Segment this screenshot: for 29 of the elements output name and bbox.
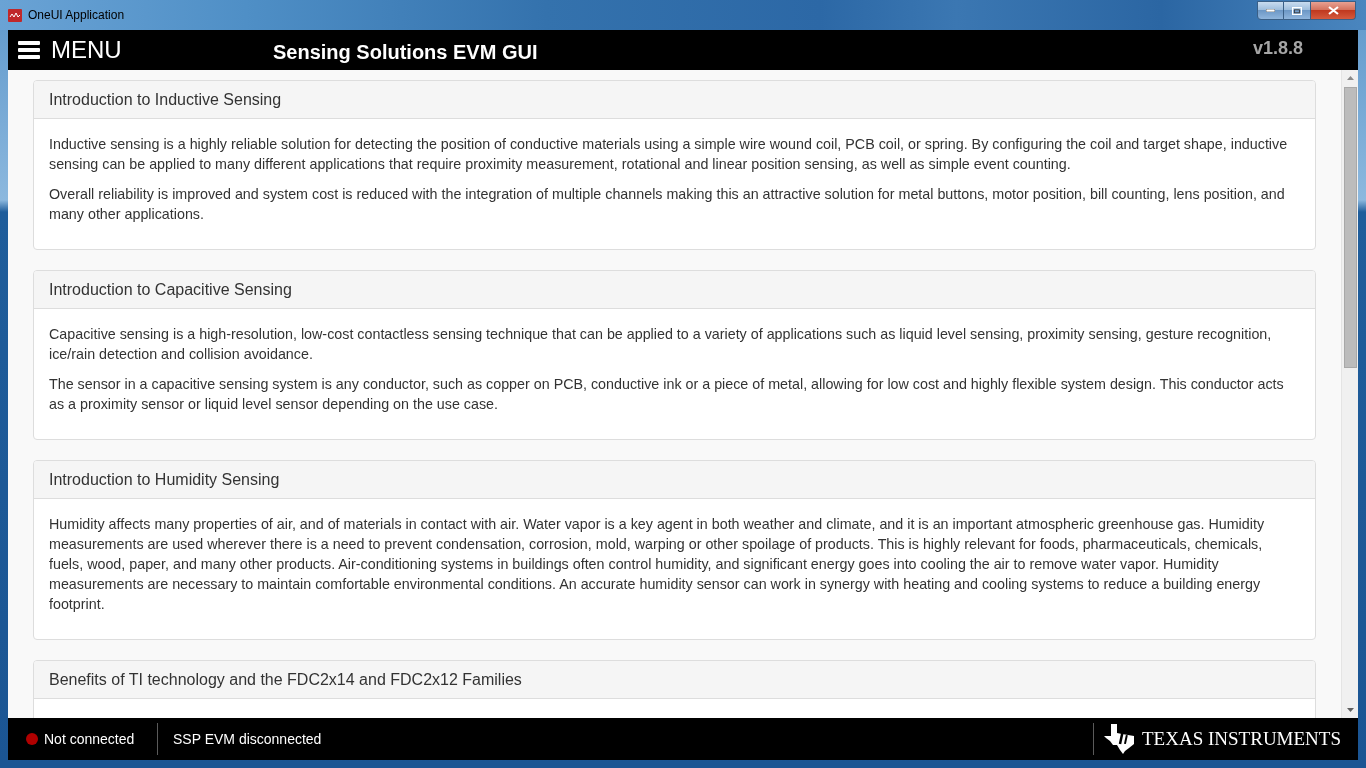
section-title: Introduction to Capacitive Sensing <box>34 271 1315 309</box>
device-status: SSP EVM disconnected <box>172 731 322 747</box>
maximize-icon <box>1292 6 1302 15</box>
version-label: v1.8.8 <box>1252 37 1304 59</box>
close-button[interactable] <box>1311 1 1356 20</box>
app-title: Sensing Solutions EVM GUI <box>273 40 539 64</box>
connection-status: Not connected <box>44 731 135 747</box>
section-title: Benefits of TI technology and the FDC2x14 and FDC2x12 Families <box>34 661 1315 699</box>
scrollbar[interactable] <box>1341 70 1358 718</box>
close-icon <box>1327 6 1339 15</box>
section-paragraph: Humidity affects many properties of air, and of materials in contact with air. Water vapor is a key agent in both weather and climate, and it is an important atmospheric greenhouse gas. Humidity measurements are used wherever there is a need to prevent condensation, corrosion, mold, warping or other spoilage of products. This is highly relevant for foods, pharmaceuticals, chemicals, fuels, wood, paper, and many other products. Air-conditioning systems in buildings often control humidity, and significant energy goes into cooling the air to remove water vapor. Humidity measurements are necessary to maintain comfortable environmental conditions. An accurate humidity sensor can work in synergy with heating and cooling systems to reduce a building energy footprint. <box>49 515 1266 614</box>
logo-icon <box>1104 724 1134 754</box>
section-title: Introduction to Humidity Sensing <box>34 461 1315 499</box>
section-paragraph: Inductive sensing is a highly reliable solution for detecting the position of conductive materials using a simple wire wound coil, PCB coil, or spring. By configuring the coil and target shape, inductive sensing can be applied to many different applications that require proximity measurement, rotational and linear position sensing, as well as simple event counting. <box>49 135 1289 174</box>
scrollbar-thumb[interactable] <box>1343 87 1357 368</box>
menu-icon <box>18 41 40 59</box>
window-title: OneUI Application <box>28 8 125 22</box>
section-paragraph: The sensor in a capacitive sensing system is any conductor, such as copper on PCB, conductive ink or a piece of metal, allowing for low cost and highly flexible system design. This conductor acts as a proximity sensor or liquid level sensor depending on the use case. <box>49 375 1285 414</box>
app-icon <box>8 8 22 22</box>
brand-name: TEXAS INSTRUMENTS <box>1142 728 1341 750</box>
minimize-button[interactable] <box>1257 1 1284 20</box>
maximize-button[interactable] <box>1284 1 1311 20</box>
section-paragraph: Capacitive sensing is a high-resolution, low-cost contactless sensing technique that can be applied to a variety of applications such as liquid level sensing, proximity sensing, gesture recognition, ice/rain detection and collision avoidance. <box>49 325 1273 364</box>
scroll-down-icon[interactable] <box>1346 708 1354 712</box>
section-title: Introduction to Inductive Sensing <box>34 81 1315 119</box>
section-paragraph: Overall reliability is improved and system cost is reduced with the integration of multiple channels making this an attractive solution for metal buttons, motor position, bill counting, lens position, and many other applications. <box>49 185 1286 224</box>
menu-button[interactable]: MENU <box>18 36 122 64</box>
minimize-icon <box>1266 9 1275 12</box>
scroll-up-icon[interactable] <box>1346 76 1354 80</box>
